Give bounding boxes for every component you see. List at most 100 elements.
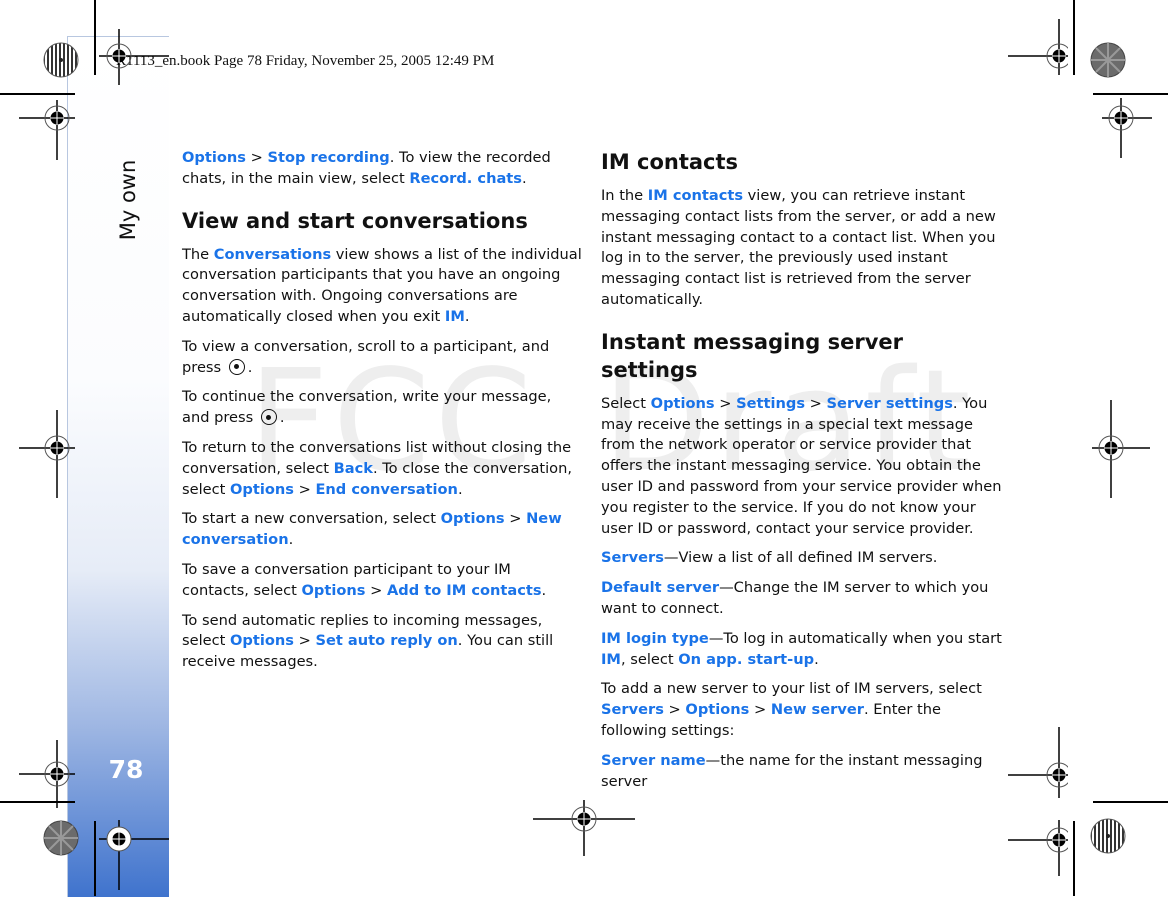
paragraph: The Conversations view shows a list of t…	[182, 245, 582, 328]
menu-separator: >	[293, 480, 316, 498]
body-text: .	[288, 531, 294, 549]
intro-paragraph: Options > Stop recording. To view the re…	[182, 148, 582, 190]
menu-link: Set auto reply on	[315, 632, 458, 650]
crop-line	[1093, 93, 1168, 95]
crop-line	[94, 821, 96, 896]
body-text: —View a list of all defined IM servers.	[663, 549, 938, 567]
joystick-select-key-icon	[228, 358, 245, 375]
menu-link: Record. chats	[409, 169, 522, 187]
paragraph: To return to the conversations list with…	[182, 438, 582, 500]
registration-mark-icon	[99, 29, 169, 99]
menu-separator: >	[663, 701, 686, 719]
setting-name: Server name	[601, 751, 706, 769]
body-text: To continue the conversation, write your…	[182, 388, 552, 427]
body-text: .	[814, 650, 819, 668]
body-text: .	[521, 169, 527, 187]
section-label: My own	[116, 159, 140, 241]
paragraph: IM login type—To log in automatically wh…	[601, 629, 1003, 671]
menu-link: Options	[230, 480, 294, 498]
paragraph: To start a new conversation, select Opti…	[182, 509, 582, 551]
paragraph: To add a new server to your list of IM s…	[601, 679, 1003, 741]
menu-link: Back	[333, 459, 373, 477]
paragraph: To view a conversation, scroll to a part…	[182, 337, 582, 379]
right-column: IM contacts In the IM contacts view, you…	[601, 148, 1003, 801]
menu-separator: >	[714, 394, 737, 412]
section-heading: Instant messaging server settings	[601, 329, 903, 382]
registration-mark-icon	[19, 410, 79, 500]
body-text: Select	[601, 394, 651, 412]
paragraph: Server name—the name for the instant mes…	[601, 751, 1003, 793]
registration-mark-icon	[998, 19, 1068, 79]
menu-link: Options	[301, 581, 366, 599]
page-number: 78	[108, 755, 144, 784]
body-text: To add a new server to your list of IM s…	[601, 680, 982, 698]
body-text: . You may receive the settings in a spec…	[601, 394, 1002, 537]
body-text: view, you can retrieve instant messaging…	[601, 187, 996, 308]
paragraph: Select Options > Settings > Server setti…	[601, 394, 1003, 540]
menu-link: Options	[440, 510, 505, 528]
crop-line	[0, 93, 75, 95]
crop-line	[1093, 801, 1168, 803]
menu-separator: >	[805, 394, 827, 412]
body-text: .	[279, 409, 285, 427]
body-text: To start a new conversation, select	[182, 510, 441, 528]
section-heading: View and start conversations	[182, 208, 528, 233]
paragraph: To send automatic replies to incoming me…	[182, 611, 582, 673]
print-header: R1113_en.book Page 78 Friday, November 2…	[116, 53, 495, 69]
setting-name: Servers	[601, 549, 664, 567]
registration-mark-icon	[998, 820, 1068, 896]
joystick-select-key-icon	[260, 409, 277, 426]
registration-mark-icon	[19, 100, 79, 160]
menu-link: Server settings	[826, 394, 953, 412]
menu-link: Add to IM contacts	[386, 581, 542, 599]
body-text: .	[541, 581, 547, 599]
body-text: .	[464, 307, 470, 325]
crop-line	[94, 0, 96, 75]
body-text: In the	[601, 187, 648, 204]
color-registration-target-icon	[43, 820, 79, 856]
menu-link: Options	[230, 632, 294, 650]
crop-line	[1073, 821, 1075, 896]
menu-link: Options	[650, 394, 715, 412]
paragraph: Default server—Change the IM server to w…	[601, 578, 1003, 620]
body-text: The	[182, 245, 214, 263]
color-registration-target-icon	[1090, 42, 1126, 78]
menu-link: Options	[685, 701, 750, 719]
color-registration-target-icon	[1090, 818, 1126, 854]
setting-name: Default server	[601, 579, 720, 597]
body-text: .	[457, 480, 463, 498]
left-column: Options > Stop recording. To view the re…	[182, 148, 582, 682]
menu-link: Settings	[736, 394, 806, 412]
menu-link: On app. start-up	[678, 650, 815, 668]
menu-link: Stop recording	[267, 149, 390, 166]
menu-link: New server	[770, 701, 864, 719]
menu-link: Conversations	[213, 245, 332, 263]
menu-link: Options	[182, 149, 246, 166]
registration-mark-icon	[1092, 400, 1162, 500]
menu-link: IM	[601, 650, 621, 668]
registration-mark-icon	[1092, 98, 1162, 158]
menu-link: IM contacts	[647, 187, 744, 204]
paragraph: To continue the conversation, write your…	[182, 387, 582, 429]
menu-link: End conversation	[315, 480, 458, 498]
setting-name: IM login type	[601, 629, 709, 647]
registration-mark-icon	[19, 740, 79, 810]
paragraph: To save a conversation participant to yo…	[182, 560, 582, 602]
menu-separator: >	[293, 632, 316, 650]
registration-mark-icon	[533, 800, 635, 860]
crop-line	[1073, 0, 1075, 75]
menu-separator: >	[365, 581, 387, 599]
menu-separator: >	[245, 149, 268, 166]
paragraph: In the IM contacts view, you can retriev…	[601, 186, 1003, 311]
body-text: —To log in automatically when you start	[708, 629, 1002, 647]
menu-separator: >	[504, 510, 527, 528]
color-registration-target-icon	[43, 42, 79, 78]
registration-mark-icon	[99, 820, 169, 896]
paragraph: Servers—View a list of all defined IM se…	[601, 548, 1003, 569]
registration-mark-icon	[998, 720, 1068, 800]
body-text: , select	[620, 650, 679, 668]
menu-link: IM	[444, 307, 465, 325]
body-text: .	[247, 358, 253, 376]
section-heading: IM contacts	[601, 150, 739, 174]
menu-separator: >	[749, 701, 771, 719]
